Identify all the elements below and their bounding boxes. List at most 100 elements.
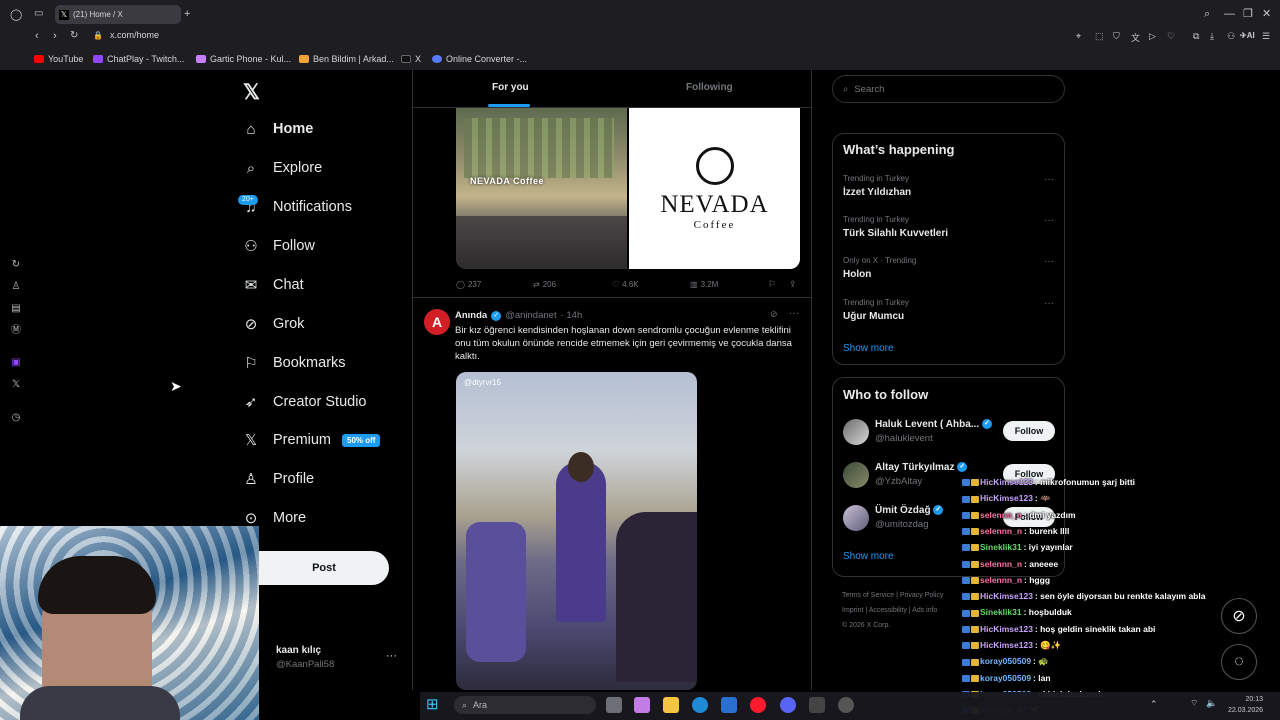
views-button[interactable]: ▥ 3.2M xyxy=(690,280,718,289)
discord-icon[interactable] xyxy=(780,697,796,713)
snapshot-icon[interactable]: ⬚ xyxy=(1095,31,1104,42)
messenger-icon[interactable]: Ⓜ xyxy=(9,324,23,338)
obs-icon[interactable] xyxy=(809,697,825,713)
bookmark-x[interactable]: X xyxy=(401,54,421,64)
tweet-author-handle[interactable]: @anindanet xyxy=(505,310,556,321)
minimize-icon[interactable]: — xyxy=(1224,8,1235,20)
copilot-icon[interactable] xyxy=(634,697,650,713)
nav-chat[interactable]: ✉ Chat xyxy=(242,276,304,294)
maximize-icon[interactable]: ❐ xyxy=(1243,7,1253,20)
translate-icon[interactable]: 文 xyxy=(1131,31,1140,44)
suggestion-name[interactable]: Altay Türkyılmaz ✓ xyxy=(875,462,968,473)
trend-more-icon[interactable]: ··· xyxy=(1044,215,1054,226)
nav-follow[interactable]: ⚇ Follow xyxy=(242,237,315,255)
x-sidebar-icon[interactable]: 𝕏 xyxy=(9,378,23,392)
bookmark-benbildim[interactable]: Ben Bildim | Arkad... xyxy=(299,54,394,64)
bookmark-youtube[interactable]: YouTube xyxy=(34,54,83,64)
heart-icon[interactable]: ♡ xyxy=(1167,31,1175,42)
bookmark-converter[interactable]: Online Converter -... xyxy=(432,54,527,64)
tweet-image-logo[interactable]: NEVADA Coffee xyxy=(629,108,800,269)
reply-button[interactable]: ◯ 237 xyxy=(456,280,481,289)
show-more-link[interactable]: Show more xyxy=(843,551,894,562)
volume-icon[interactable]: 🔈 xyxy=(1206,698,1217,709)
task-view-icon[interactable] xyxy=(606,697,622,713)
clock-sidebar-icon[interactable]: ◷ xyxy=(9,411,23,425)
nav-creator-studio[interactable]: ➶ Creator Studio xyxy=(242,393,367,411)
trend-item[interactable]: Uğur Mumcu xyxy=(843,311,904,322)
nav-more[interactable]: ⊙ More xyxy=(242,509,306,527)
account-name[interactable]: kaan kılıç xyxy=(276,645,321,656)
nav-notifications[interactable]: ♫ Notifications xyxy=(242,198,352,216)
tweet-time[interactable]: · 14h xyxy=(561,310,583,321)
aria-ai-icon[interactable]: ✈AI xyxy=(1240,31,1255,40)
trend-item[interactable]: Holon xyxy=(843,269,871,280)
opera-icon[interactable] xyxy=(750,697,766,713)
account-menu-icon[interactable]: ··· xyxy=(386,650,397,662)
history-sidebar-icon[interactable]: ↻ xyxy=(9,258,23,272)
trend-more-icon[interactable]: ··· xyxy=(1044,298,1054,309)
repost-button[interactable]: ⇄ 206 xyxy=(533,280,556,289)
extensions-icon[interactable]: ⧉ xyxy=(1193,31,1199,42)
show-more-link[interactable]: Show more xyxy=(843,343,894,354)
avatar[interactable] xyxy=(843,462,869,488)
forward-icon[interactable]: › xyxy=(53,30,57,42)
bookmark-gartic[interactable]: Gartic Phone - Kul... xyxy=(196,54,291,64)
bookmark-icon[interactable]: ⚐ xyxy=(768,279,776,290)
nav-premium[interactable]: 𝕏 Premium 50% off xyxy=(242,431,381,449)
menu-icon[interactable]: ☰ xyxy=(1262,31,1270,42)
tabs-sidebar-icon[interactable]: ▤ xyxy=(9,302,23,316)
tweet-author-name[interactable]: Anında xyxy=(455,310,487,321)
url-field[interactable]: x.com/home xyxy=(110,30,159,40)
tab-following[interactable]: Following xyxy=(686,82,733,93)
nav-bookmarks[interactable]: ⚐ Bookmarks xyxy=(242,354,345,372)
share-icon[interactable]: ⇪ xyxy=(789,279,797,290)
downloads-icon[interactable]: ⤓ xyxy=(1210,31,1214,42)
shield-icon[interactable]: ⛉ xyxy=(1113,31,1120,42)
tweet-video[interactable]: @dtyrvr15 xyxy=(456,372,697,690)
avatar[interactable] xyxy=(843,505,869,531)
trend-more-icon[interactable]: ··· xyxy=(1044,256,1054,267)
messages-fab-icon[interactable]: ◌ xyxy=(1221,644,1257,680)
file-explorer-icon[interactable] xyxy=(663,697,679,713)
back-icon[interactable]: ‹ xyxy=(35,30,39,42)
post-button[interactable]: Post xyxy=(259,551,389,585)
close-icon[interactable]: ✕ xyxy=(1262,7,1271,20)
nav-home[interactable]: ⌂ Home xyxy=(242,120,313,138)
search-icon[interactable]: ⌕ xyxy=(1204,8,1210,21)
tray-chevron-icon[interactable]: ⌃ xyxy=(1150,699,1158,710)
edge-icon[interactable] xyxy=(692,697,708,713)
avatar[interactable]: A xyxy=(424,309,450,335)
account-icon[interactable]: ⚇ xyxy=(1227,31,1235,42)
tweet-more-icon[interactable]: ··· xyxy=(789,308,799,319)
bookmark-chatplay[interactable]: ChatPlay - Twitch... xyxy=(93,54,184,64)
search-input[interactable]: ⌕ Search xyxy=(832,75,1065,103)
nav-explore[interactable]: ⌕ Explore xyxy=(242,159,322,177)
reload-icon[interactable]: ↻ xyxy=(70,30,78,41)
taskbar-clock[interactable]: 20:13 22.03.2026 xyxy=(1228,694,1263,716)
store-icon[interactable] xyxy=(721,697,737,713)
like-button[interactable]: ♡ 4.6K xyxy=(612,280,639,289)
app-icon[interactable] xyxy=(838,697,854,713)
tweet-image-cafe[interactable]: NEVADA Coffee xyxy=(456,108,627,269)
opera-logo-icon[interactable]: ◯ xyxy=(10,8,22,21)
new-tab-icon[interactable]: + xyxy=(184,8,190,20)
x-logo-icon[interactable]: 𝕏 xyxy=(243,80,260,105)
trend-item[interactable]: Türk Silahlı Kuvvetleri xyxy=(843,228,948,239)
avatar[interactable] xyxy=(843,419,869,445)
workspaces-icon[interactable]: ▭ xyxy=(34,8,43,19)
nav-profile[interactable]: ♙ Profile xyxy=(242,470,314,488)
taskbar-search[interactable]: ⌕ Ara xyxy=(454,696,596,714)
follow-button[interactable]: Follow xyxy=(1003,421,1055,441)
pin-icon[interactable]: ⌖ xyxy=(1076,31,1081,42)
trend-more-icon[interactable]: ··· xyxy=(1044,174,1054,185)
nav-grok[interactable]: ⊘ Grok xyxy=(242,315,305,333)
crypto-wallet-icon[interactable]: ♙ xyxy=(9,280,23,294)
network-icon[interactable]: ⌔ xyxy=(1190,698,1198,709)
grok-explain-icon[interactable]: ⊘ xyxy=(770,309,778,320)
browser-tab-active[interactable]: 𝕏 (21) Home / X xyxy=(55,5,181,24)
tab-for-you[interactable]: For you xyxy=(492,82,529,93)
suggestion-name[interactable]: Haluk Levent ( Ahba... ✓ xyxy=(875,419,992,430)
grok-fab-icon[interactable]: ⊘ xyxy=(1221,598,1257,634)
play-icon[interactable]: ▷ xyxy=(1149,31,1156,42)
trend-item[interactable]: İzzet Yıldızhan xyxy=(843,187,911,198)
